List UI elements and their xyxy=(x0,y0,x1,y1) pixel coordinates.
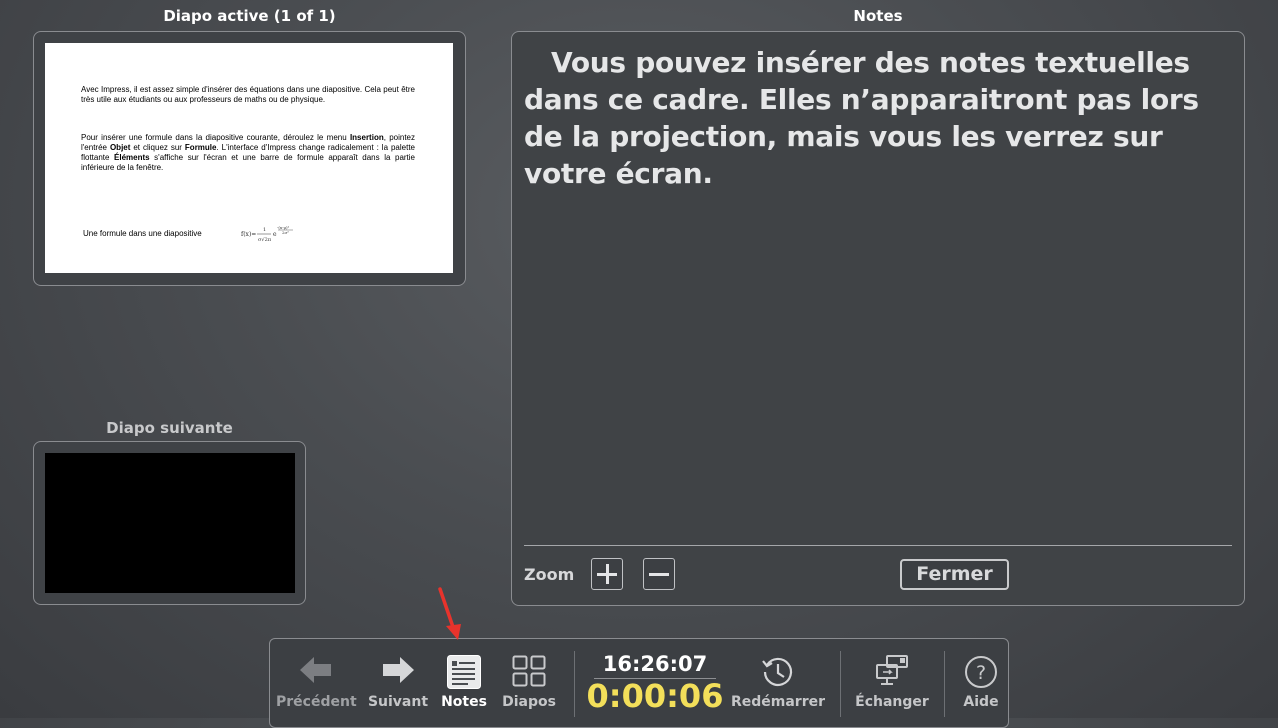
svg-text:f(x)=: f(x)= xyxy=(241,231,256,238)
slide-formula-caption: Une formule dans une diapositive xyxy=(83,229,202,238)
notes-label: Notes xyxy=(853,7,903,25)
svg-text:?: ? xyxy=(976,662,986,684)
restart-button[interactable]: Redémarrer xyxy=(730,639,826,719)
zoom-out-button[interactable] xyxy=(643,558,675,590)
slide-text: Pour insérer une formule dans la diaposi… xyxy=(81,133,350,142)
svg-text:σ√2π: σ√2π xyxy=(258,237,272,243)
previous-button[interactable]: Précédent xyxy=(276,639,357,719)
notes-button[interactable]: Notes xyxy=(438,639,490,719)
help-label: Aide xyxy=(963,694,999,710)
zoom-label: Zoom xyxy=(524,565,575,584)
formula-image: f(x)= 1 σ√2π e -(x-μ)² 2σ² xyxy=(241,225,293,243)
notes-button-label: Notes xyxy=(441,694,487,710)
toolbar-separator xyxy=(574,651,575,717)
slides-button[interactable]: Diapos xyxy=(496,639,562,719)
swap-button[interactable]: Échanger xyxy=(850,639,934,719)
plus-icon-vertical xyxy=(606,564,609,584)
notes-text[interactable]: Vous pouvez insérer des notes textuelles… xyxy=(524,44,1224,192)
restart-label: Redémarrer xyxy=(730,694,826,710)
slide-bold-objet: Objet xyxy=(109,143,131,152)
annotation-arrow xyxy=(438,587,461,640)
slide-bold-formule: Formule xyxy=(184,143,217,152)
next-label: Suivant xyxy=(367,694,429,710)
clock: 16:26:07 xyxy=(602,652,708,676)
next-slide-panel xyxy=(33,441,306,605)
toolbar-separator xyxy=(944,651,945,717)
active-slide-label: Diapo active (1 of 1) xyxy=(163,7,336,25)
question-icon: ? xyxy=(965,656,997,688)
slide-paragraph-1: Avec Impress, il est assez simple d'insé… xyxy=(81,85,415,104)
swap-label: Échanger xyxy=(855,694,929,710)
help-button[interactable]: ? Aide xyxy=(950,639,1012,719)
slide-bold-insertion: Insertion xyxy=(349,133,384,142)
slides-label: Diapos xyxy=(502,694,556,710)
next-slide-thumbnail[interactable] xyxy=(45,453,295,593)
grid-icon xyxy=(512,655,546,687)
zoom-in-button[interactable] xyxy=(591,558,623,590)
arrow-left-icon xyxy=(300,657,331,683)
notes-divider xyxy=(524,545,1232,546)
slide-paragraph-2: Pour insérer une formule dans la diaposi… xyxy=(81,133,415,173)
active-slide-thumbnail[interactable]: Avec Impress, il est assez simple d'insé… xyxy=(45,43,453,273)
next-slide-label: Diapo suivante xyxy=(106,419,233,437)
close-notes-button[interactable]: Fermer xyxy=(900,559,1009,590)
minus-icon xyxy=(649,573,669,576)
elapsed-timer: 0:00:06 xyxy=(586,677,724,715)
svg-text:1: 1 xyxy=(263,227,266,233)
svg-text:e: e xyxy=(273,231,277,238)
slide-text: et cliquez sur xyxy=(130,143,185,152)
history-clock-icon xyxy=(762,657,793,687)
notes-panel: Vous pouvez insérer des notes textuelles… xyxy=(511,31,1245,606)
toolbar-separator xyxy=(840,651,841,717)
notes-icon xyxy=(447,655,481,689)
svg-text:2σ²: 2σ² xyxy=(282,230,289,235)
active-slide-panel: Avec Impress, il est assez simple d'insé… xyxy=(33,31,466,286)
next-button[interactable]: Suivant xyxy=(364,639,432,719)
swap-monitors-icon xyxy=(876,655,908,685)
previous-label: Précédent xyxy=(276,694,357,710)
slide-bold-elements: Éléments xyxy=(114,153,150,162)
presenter-toolbar: Précédent Suivant Notes Diapos 16:26:07 … xyxy=(269,638,1009,728)
arrow-right-icon xyxy=(383,657,414,683)
